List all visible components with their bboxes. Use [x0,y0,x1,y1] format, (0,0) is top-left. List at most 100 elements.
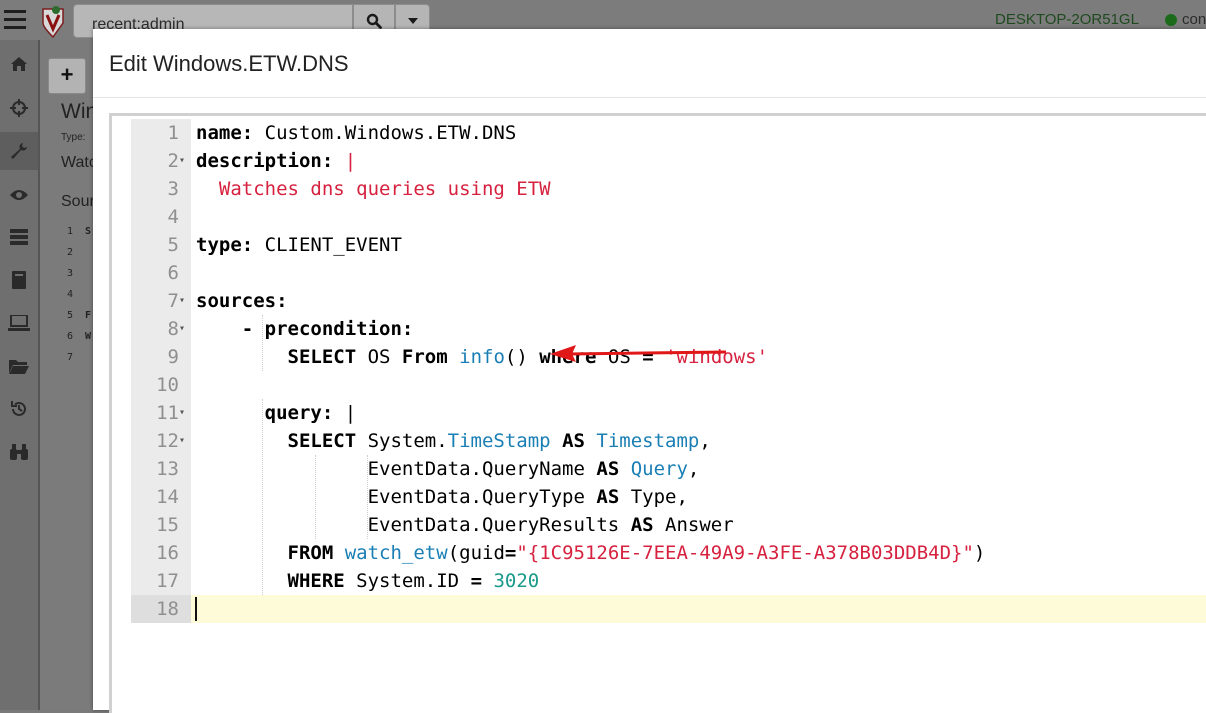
code-token: FROM [287,542,334,564]
wrench-icon [11,143,27,159]
line-number: 1 [167,122,179,144]
line-text: EventData.QueryType AS Type, [196,483,688,511]
sidebar-item-history[interactable] [0,390,38,428]
line-number: 2 [167,150,179,172]
line-number: 17 [156,570,179,592]
line-text: type: CLIENT_EVENT [196,231,402,259]
editor-line[interactable]: 11 ▾ query: | [131,399,1206,427]
dialog-title: Edit Windows.ETW.DNS [109,51,349,76]
editor-line[interactable]: 1 name: Custom.Windows.ETW.DNS [131,119,1206,147]
editor-line[interactable]: 16 FROM watch_etw(guid="{1C95126E-7EEA-4… [131,539,1206,567]
code-token: , [699,430,711,452]
line-text: SELECT System.TimeStamp AS Timestamp, [196,427,711,455]
code-token: Watches dns queries using ETW [196,178,551,200]
fold-toggle-icon[interactable]: ▾ [179,287,191,315]
eye-icon [10,190,28,200]
sidebar-item-notebook[interactable] [0,261,38,299]
code-token: name: [196,122,254,144]
sidebar-item-clients[interactable] [0,304,38,342]
sidebar-item-hunt[interactable] [0,89,38,127]
sidebar-item-files[interactable] [0,347,38,385]
line-text: EventData.QueryName AS Query, [196,455,700,483]
code-token: | [333,402,357,424]
line-text: WHERE System.ID = 3020 [196,567,540,595]
line-number: 8 [167,318,179,340]
line-text: query: | [196,399,357,427]
dialog-header: Edit Windows.ETW.DNS [93,29,1206,98]
editor-line[interactable]: 14 EventData.QueryType AS Type, [131,483,1206,511]
line-number: 14 [156,486,179,508]
sidebar-item-artifacts[interactable] [0,132,38,170]
artifact-sources-heading: Sour [61,193,95,210]
line-text: name: Custom.Windows.ETW.DNS [196,119,516,147]
line-number: 12 [156,430,179,452]
editor-line[interactable]: 5 type: CLIENT_EVENT [131,231,1206,259]
line-number: 18 [131,595,191,623]
fold-toggle-icon[interactable]: ▾ [179,427,191,455]
history-icon [11,401,26,416]
code-token: Query [630,458,688,480]
editor-line[interactable]: 15 EventData.QueryResults AS Answer [131,511,1206,539]
line-number: 6 [167,262,179,284]
editor-line-active[interactable]: 18 [131,595,1206,623]
book-icon [12,271,26,289]
editor-line[interactable]: 7 ▾ sources: [131,287,1206,315]
code-token: - precondition: [241,318,414,340]
editor-line[interactable]: 4 [131,203,1206,231]
fold-toggle-icon[interactable]: ▾ [179,399,191,427]
sidebar-item-server[interactable] [0,218,38,256]
fold-toggle-icon[interactable]: ▾ [179,315,191,343]
line-text: EventData.QueryResults AS Answer [196,511,734,539]
editor-line[interactable]: 2 ▾ description: | [131,147,1206,175]
line-number: 9 [167,346,179,368]
code-token: SELECT [287,346,357,368]
binoculars-icon [10,444,28,460]
code-token: type: [196,234,254,256]
code-token: From [401,346,448,368]
hamburger-menu-icon[interactable] [4,10,26,30]
caret-down-icon [407,18,418,24]
editor-line[interactable]: 10 [131,371,1206,399]
code-token: Timestamp [596,430,700,452]
editor-line[interactable]: 3 Watches dns queries using ETW [131,175,1206,203]
code-token: EventData.QueryType [196,486,597,508]
sidebar-item-search[interactable] [0,433,38,471]
editor-line[interactable]: 6 [131,259,1206,287]
code-token: EventData.QueryName [196,458,597,480]
bg-line-number: 2 [67,247,74,258]
fold-toggle-icon[interactable]: ▾ [179,147,191,175]
sidebar-item-home[interactable] [0,45,38,83]
add-artifact-button[interactable]: + [48,58,86,94]
sidebar-item-monitor[interactable] [0,176,38,214]
code-token: CLIENT_EVENT [253,234,402,256]
bg-line-number: 6 [67,331,74,342]
bg-line-number: 5 [67,310,74,321]
code-token: AS [562,430,585,452]
line-text: - precondition: [196,315,414,343]
code-token: = [504,542,517,564]
editor-line[interactable]: 17 WHERE System.ID = 3020 [131,567,1206,595]
code-token: watch_etw [344,542,448,564]
line-number: 5 [167,234,179,256]
velociraptor-logo-icon[interactable] [40,5,66,39]
line-number: 13 [156,458,179,480]
editor-line[interactable]: 13 EventData.QueryName AS Query, [131,455,1206,483]
code-editor[interactable]: 1 name: Custom.Windows.ETW.DNS 2 ▾ descripti… [109,113,1206,713]
code-token: description: [196,150,334,172]
editor-line[interactable]: 8 ▾ - precondition: [131,315,1206,343]
code-token: WHERE [287,570,345,592]
bg-code-text: W [85,331,92,342]
editor-line[interactable]: 12 ▾ SELECT System.TimeStamp AS Timestamp… [131,427,1206,455]
line-number: 11 [156,402,179,424]
code-token: TimeStamp [447,430,551,452]
artifact-title: Win [61,100,98,123]
code-token: ) [973,542,986,564]
line-text: Watches dns queries using ETW [196,175,551,203]
